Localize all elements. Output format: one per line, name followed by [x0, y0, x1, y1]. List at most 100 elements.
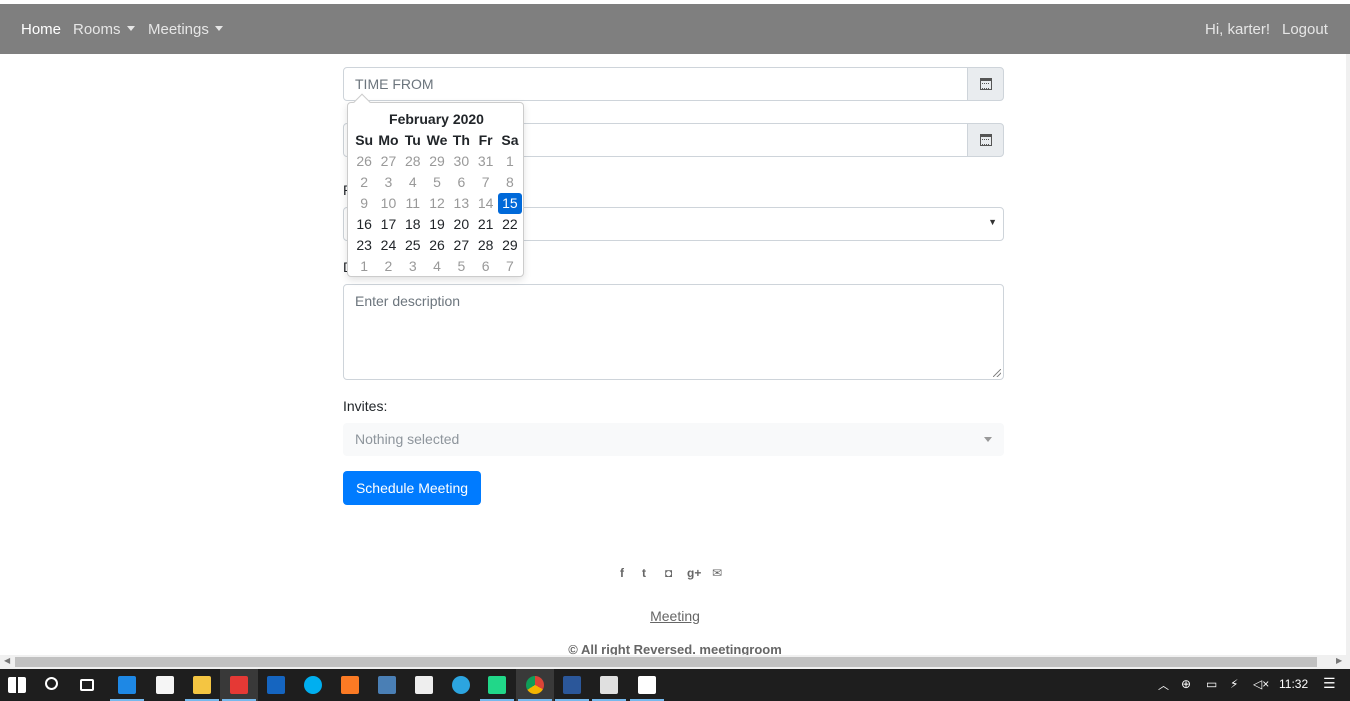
search-icon[interactable]: [45, 677, 58, 690]
power-icon[interactable]: ⚡: [1230, 677, 1238, 691]
tray-chevron-icon[interactable]: ︿: [1158, 677, 1169, 693]
datepicker-day[interactable]: 20: [449, 214, 473, 235]
datepicker-day[interactable]: 2: [376, 256, 400, 277]
calendar-icon: [980, 134, 992, 146]
datepicker-day[interactable]: 26: [425, 235, 449, 256]
notifications-icon[interactable]: ☰: [1323, 675, 1336, 692]
datepicker-day[interactable]: 14: [473, 193, 497, 214]
datepicker-day[interactable]: 3: [376, 172, 400, 193]
datepicker-day[interactable]: 28: [401, 151, 425, 172]
meeting-link[interactable]: Meeting: [650, 608, 700, 624]
datepicker-day[interactable]: 4: [425, 256, 449, 277]
datepicker-day[interactable]: 27: [376, 151, 400, 172]
invites-multiselect[interactable]: Nothing selected: [343, 423, 1004, 456]
skype-icon[interactable]: [304, 676, 322, 694]
datepicker-day[interactable]: 30: [449, 151, 473, 172]
datepicker-day[interactable]: 5: [425, 172, 449, 193]
horizontal-scrollbar[interactable]: ◀ ▶: [0, 655, 1350, 669]
datepicker-day[interactable]: 13: [449, 193, 473, 214]
network-icon[interactable]: ⊕: [1181, 677, 1191, 691]
nav-home[interactable]: Home: [21, 21, 61, 38]
edge-icon[interactable]: [118, 676, 136, 694]
datepicker-day[interactable]: 26: [352, 151, 376, 172]
datepicker-day[interactable]: 22: [498, 214, 522, 235]
datepicker-day[interactable]: 7: [498, 256, 522, 277]
telegram-icon[interactable]: [452, 676, 470, 694]
settings-icon[interactable]: [638, 676, 656, 694]
description-textarea[interactable]: Enter description: [343, 284, 1004, 380]
clock[interactable]: 11:32: [1279, 677, 1308, 691]
datepicker-day[interactable]: 4: [401, 172, 425, 193]
datepicker-day-selected[interactable]: 15: [497, 193, 523, 214]
scroll-right-icon[interactable]: ▶: [1336, 656, 1342, 665]
user-greeting[interactable]: Hi, karter!: [1205, 21, 1270, 38]
datepicker-day[interactable]: 2: [352, 172, 376, 193]
notepad-icon[interactable]: [378, 676, 396, 694]
file-explorer-icon[interactable]: [193, 676, 211, 694]
datepicker-day[interactable]: 1: [352, 256, 376, 277]
day-of-week-label: We: [426, 132, 448, 148]
time-to-calendar-button[interactable]: [967, 123, 1004, 157]
time-from-calendar-button[interactable]: [967, 67, 1004, 101]
datepicker-day[interactable]: 28: [473, 235, 497, 256]
instagram-icon[interactable]: ◘: [665, 566, 672, 580]
resize-handle-icon[interactable]: [993, 369, 1001, 377]
nav-meetings-dropdown[interactable]: Meetings: [148, 21, 223, 38]
store-icon[interactable]: [156, 676, 174, 694]
opera-icon[interactable]: [230, 676, 248, 694]
datepicker-day[interactable]: 6: [449, 172, 473, 193]
datepicker-day[interactable]: 29: [425, 151, 449, 172]
powershell-icon[interactable]: [267, 676, 285, 694]
datepicker-day[interactable]: 21: [473, 214, 497, 235]
nav-rooms-dropdown[interactable]: Rooms: [73, 21, 135, 38]
chrome-icon[interactable]: [526, 676, 544, 694]
datepicker-day[interactable]: 12: [425, 193, 449, 214]
datepicker-day[interactable]: 16: [352, 214, 376, 235]
datepicker-day[interactable]: 17: [376, 214, 400, 235]
datepicker-day[interactable]: 24: [376, 235, 400, 256]
windows-start-icon[interactable]: [8, 677, 26, 693]
logout-link[interactable]: Logout: [1282, 21, 1328, 38]
battery-icon[interactable]: ▭: [1206, 677, 1217, 691]
datepicker-day[interactable]: 8: [498, 172, 522, 193]
google-plus-icon[interactable]: g+: [687, 566, 701, 580]
datepicker-day[interactable]: 6: [473, 256, 497, 277]
scroll-left-icon[interactable]: ◀: [4, 656, 10, 665]
volume-icon[interactable]: ◁×: [1253, 677, 1269, 691]
datepicker-day[interactable]: 25: [401, 235, 425, 256]
datepicker-day[interactable]: 19: [425, 214, 449, 235]
datepicker-day[interactable]: 18: [401, 214, 425, 235]
vertical-scrollbar[interactable]: [1346, 54, 1350, 655]
datepicker-day[interactable]: 5: [449, 256, 473, 277]
datepicker-day[interactable]: 9: [352, 193, 376, 214]
datepicker-day[interactable]: 7: [473, 172, 497, 193]
time-from-input[interactable]: TIME FROM: [343, 67, 968, 101]
facebook-icon[interactable]: f: [620, 566, 624, 580]
envelope-icon[interactable]: ✉: [712, 566, 722, 580]
datepicker-day[interactable]: 29: [498, 235, 522, 256]
calendar-icon: [980, 78, 992, 90]
windows-taskbar: ︿ ⊕ ▭ ⚡ ◁× 11:32 ☰: [0, 669, 1350, 701]
datepicker-day[interactable]: 31: [473, 151, 497, 172]
datepicker-day[interactable]: 23: [352, 235, 376, 256]
photos-icon[interactable]: [600, 676, 618, 694]
word-icon[interactable]: [563, 676, 581, 694]
datepicker-popup: February 2020 Su Mo Tu We Th Fr Sa 26 27 28 29 30 31…: [347, 93, 525, 277]
description-placeholder: Enter description: [355, 293, 461, 309]
datepicker-day[interactable]: 11: [401, 193, 425, 214]
twitter-icon[interactable]: t: [642, 566, 646, 580]
datepicker-day[interactable]: 10: [376, 193, 400, 214]
datepicker-week-row: 23 24 25 26 27 28 29: [352, 235, 522, 256]
datepicker-day[interactable]: 3: [401, 256, 425, 277]
schedule-meeting-button[interactable]: Schedule Meeting: [343, 471, 481, 505]
xampp-icon[interactable]: [341, 676, 359, 694]
day-of-week-label: Sa: [501, 132, 519, 148]
mail-icon[interactable]: [415, 676, 433, 694]
scrollbar-thumb[interactable]: [15, 657, 1317, 667]
datepicker-day[interactable]: 1: [498, 151, 522, 172]
datepicker-week-row: 2345678: [352, 172, 522, 193]
datepicker-day[interactable]: 27: [449, 235, 473, 256]
datepicker-month-title[interactable]: February 2020: [348, 111, 525, 127]
task-view-icon[interactable]: [80, 679, 94, 691]
pycharm-icon[interactable]: [488, 676, 506, 694]
